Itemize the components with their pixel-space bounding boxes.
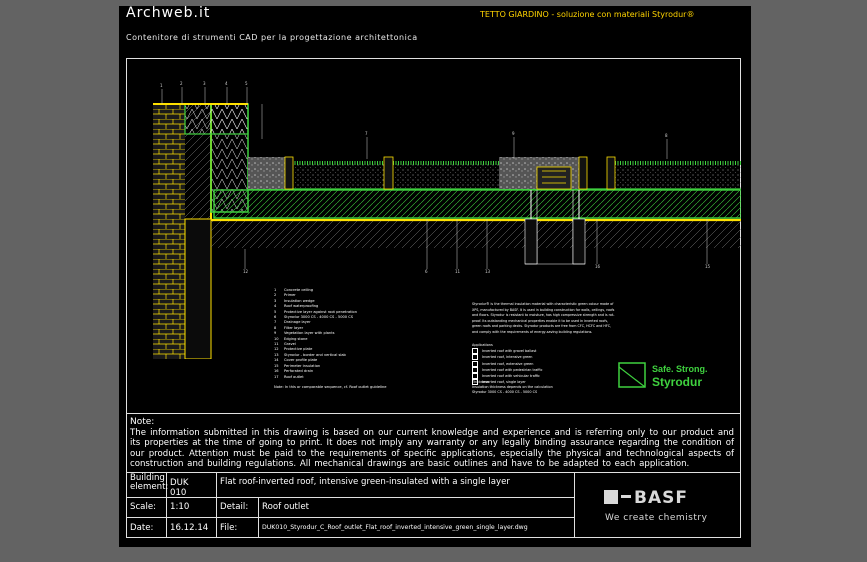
- scale-label: Scale:: [130, 502, 157, 512]
- svg-text:11: 11: [455, 269, 461, 274]
- basf-tagline: We create chemistry: [605, 513, 708, 523]
- styrodur-name: Styrodur: [652, 375, 702, 389]
- roof-outlet-section-drawing: 123 45 798 12 6 11 1316 15: [153, 81, 741, 359]
- thickness-block: Thickness Insulation thickness depends o…: [472, 380, 553, 396]
- basf-logo: BASF: [604, 488, 688, 508]
- svg-text:4: 4: [225, 81, 228, 86]
- svg-text:9: 9: [512, 131, 515, 136]
- checkbox-icon: [472, 360, 478, 367]
- titleblock-col-rule: [216, 472, 217, 538]
- checkbox-icon: [472, 366, 478, 373]
- building-element-label: Building element:: [130, 473, 169, 492]
- legend-footnote: Note: In this or comparable sequence, cf…: [274, 384, 387, 389]
- titleblock-col-rule: [574, 472, 575, 538]
- file-value: DUK010_Styrodur_C_Roof_outlet_Flat_roof_…: [262, 524, 528, 531]
- svg-text:13: 13: [485, 269, 491, 274]
- disclaimer-note: The information submitted in this drawin…: [130, 428, 734, 470]
- application-item: Inverted roof, intensive green: [472, 354, 542, 361]
- svg-text:3: 3: [203, 81, 206, 86]
- concrete-ceiling: [211, 220, 741, 248]
- note-heading: Note:: [130, 417, 155, 427]
- document-title: TETTO GIARDINO - soluzione con materiali…: [480, 10, 695, 19]
- detail-label: Detail:: [220, 502, 249, 512]
- masonry-wall: [153, 104, 185, 359]
- styrodur-logo: Safe. Strong. Styrodur: [618, 362, 708, 389]
- detail-value: Roof outlet: [262, 502, 309, 512]
- layer-legend: 1 Concrete ceiling 2 Primer 3 Insulation we…: [274, 288, 387, 390]
- checkbox-icon: [472, 348, 478, 355]
- date-label: Date:: [130, 523, 154, 533]
- date-value: 16.12.14: [170, 523, 209, 533]
- thickness-line: Styrodur 3000 CS - 4000 CS - 5000 CS: [472, 390, 538, 395]
- checkbox-icon: [472, 373, 478, 380]
- svg-text:15: 15: [705, 264, 711, 269]
- svg-text:6: 6: [425, 269, 428, 274]
- building-element-value: DUK 010: [170, 478, 189, 498]
- svg-text:8: 8: [665, 133, 668, 138]
- titleblock-col-rule: [258, 497, 259, 538]
- svg-text:7: 7: [365, 131, 368, 136]
- brand-title: Archweb.it: [126, 5, 211, 21]
- element-description: Flat roof-inverted roof, intensive green…: [220, 477, 510, 487]
- application-item: Inverted roof, extensive green: [472, 360, 542, 367]
- checkbox-icon: [472, 354, 478, 361]
- svg-text:5: 5: [245, 81, 248, 86]
- svg-text:16: 16: [595, 264, 601, 269]
- styrodur-info-paragraph: Styrodur® is the thermal insulation mate…: [472, 302, 615, 334]
- vegetation-layer: [292, 163, 384, 189]
- note-divider: [126, 413, 741, 414]
- svg-text:1: 1: [160, 83, 163, 88]
- legend-item: 17 Roof outlet: [274, 374, 304, 379]
- svg-text:12: 12: [243, 269, 249, 274]
- styrodur-tagline: Safe. Strong.: [652, 364, 708, 374]
- titleblock-top-rule: [126, 472, 741, 473]
- file-label: File:: [220, 523, 238, 533]
- basf-square-icon: [604, 490, 618, 504]
- scale-value: 1:10: [170, 502, 190, 512]
- styrodur-board-layer: [213, 189, 741, 219]
- svg-text:2: 2: [180, 81, 183, 86]
- subtitle: Contenitore di strumenti CAD per la prog…: [126, 33, 418, 42]
- titleblock-rule: [126, 517, 574, 518]
